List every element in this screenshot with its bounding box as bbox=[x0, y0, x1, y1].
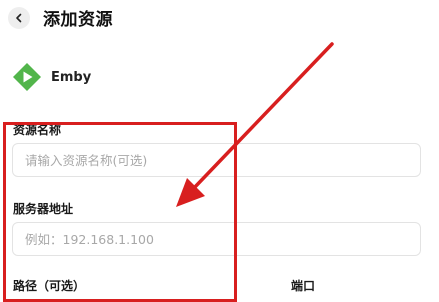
page-title: 添加资源 bbox=[43, 10, 113, 30]
back-button[interactable] bbox=[8, 7, 30, 29]
server-type-label: Emby bbox=[51, 69, 92, 85]
annotation-highlight-box bbox=[3, 122, 237, 302]
emby-logo-icon bbox=[13, 63, 41, 91]
server-type: Emby bbox=[12, 62, 91, 92]
port-label: 端口 bbox=[291, 279, 316, 293]
chevron-left-icon bbox=[16, 13, 22, 23]
